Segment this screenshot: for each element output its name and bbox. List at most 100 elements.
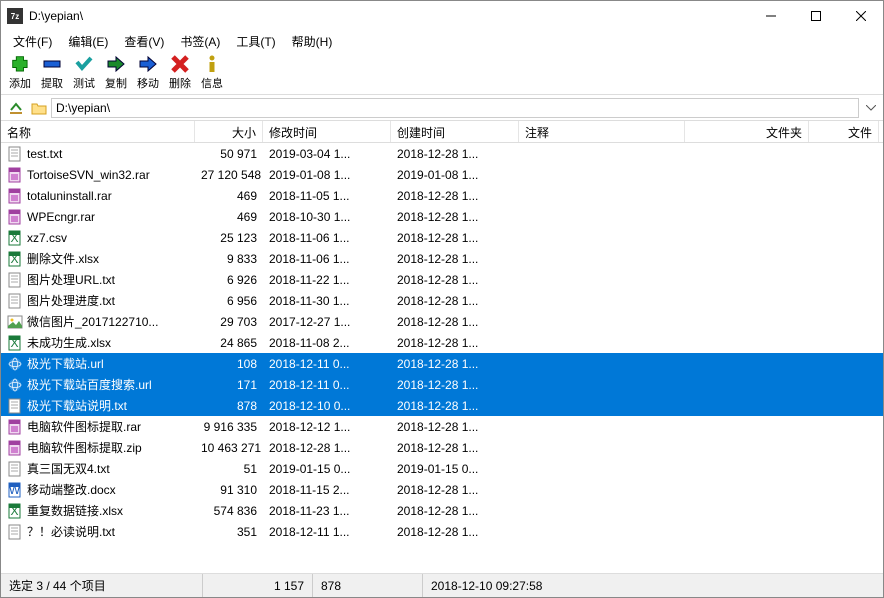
file-row[interactable]: X未成功生成.xlsx24 8652018-11-08 2...2018-12-… bbox=[1, 332, 883, 353]
file-icon: X bbox=[7, 335, 23, 351]
menu-item-0[interactable]: 文件(F) bbox=[5, 31, 60, 52]
pathbar bbox=[1, 95, 883, 121]
header-comment[interactable]: 注释 bbox=[519, 121, 685, 142]
minimize-button[interactable] bbox=[748, 1, 793, 31]
file-icon bbox=[7, 377, 23, 393]
toolbar-delete-label: 删除 bbox=[169, 75, 191, 91]
file-icon bbox=[7, 419, 23, 435]
file-row[interactable]: 电脑软件图标提取.rar9 916 3352018-12-12 1...2018… bbox=[1, 416, 883, 437]
header-modified[interactable]: 修改时间 bbox=[263, 121, 391, 142]
file-modified: 2018-11-06 1... bbox=[263, 231, 391, 245]
menu-item-2[interactable]: 查看(V) bbox=[116, 31, 172, 52]
file-created: 2018-12-28 1... bbox=[391, 357, 519, 371]
add-icon bbox=[10, 54, 30, 74]
maximize-button[interactable] bbox=[793, 1, 838, 31]
file-size: 469 bbox=[195, 210, 263, 224]
file-row[interactable]: totaluninstall.rar4692018-11-05 1...2018… bbox=[1, 185, 883, 206]
file-size: 29 703 bbox=[195, 315, 263, 329]
file-size: 25 123 bbox=[195, 231, 263, 245]
file-icon: X bbox=[7, 230, 23, 246]
move-icon bbox=[138, 54, 158, 74]
file-row[interactable]: X删除文件.xlsx9 8332018-11-06 1...2018-12-28… bbox=[1, 248, 883, 269]
file-row[interactable]: 极光下载站.url1082018-12-11 0...2018-12-28 1.… bbox=[1, 353, 883, 374]
file-size: 9 916 335 bbox=[195, 420, 263, 434]
file-name: 真三国无双4.txt bbox=[27, 460, 110, 477]
test-icon bbox=[74, 54, 94, 74]
file-icon bbox=[7, 146, 23, 162]
path-dropdown-icon[interactable] bbox=[863, 105, 879, 111]
file-created: 2019-01-15 0... bbox=[391, 462, 519, 476]
file-created: 2018-12-28 1... bbox=[391, 252, 519, 266]
path-input[interactable] bbox=[51, 98, 859, 118]
file-name: 重复数据链接.xlsx bbox=[27, 502, 123, 519]
file-row[interactable]: TortoiseSVN_win32.rar27 120 5482019-01-0… bbox=[1, 164, 883, 185]
file-created: 2019-01-08 1... bbox=[391, 168, 519, 182]
status-size1: 1 157 bbox=[203, 574, 313, 597]
folder-icon bbox=[31, 100, 47, 116]
toolbar-info-button[interactable]: 信息 bbox=[197, 54, 227, 91]
file-created: 2018-12-28 1... bbox=[391, 378, 519, 392]
file-created: 2018-12-28 1... bbox=[391, 483, 519, 497]
toolbar-move-button[interactable]: 移动 bbox=[133, 54, 163, 91]
file-row[interactable]: 图片处理URL.txt6 9262018-11-22 1...2018-12-2… bbox=[1, 269, 883, 290]
file-modified: 2018-11-22 1... bbox=[263, 273, 391, 287]
toolbar-copy-button[interactable]: 复制 bbox=[101, 54, 131, 91]
svg-text:X: X bbox=[10, 231, 18, 245]
file-icon bbox=[7, 398, 23, 414]
file-size: 50 971 bbox=[195, 147, 263, 161]
file-row[interactable]: 极光下载站说明.txt8782018-12-10 0...2018-12-28 … bbox=[1, 395, 883, 416]
file-name: totaluninstall.rar bbox=[27, 189, 112, 203]
file-row[interactable]: 真三国无双4.txt512019-01-15 0...2019-01-15 0.… bbox=[1, 458, 883, 479]
menu-item-4[interactable]: 工具(T) bbox=[228, 31, 283, 52]
toolbar-test-button[interactable]: 测试 bbox=[69, 54, 99, 91]
file-icon bbox=[7, 293, 23, 309]
file-row[interactable]: WPEcngr.rar4692018-10-30 1...2018-12-28 … bbox=[1, 206, 883, 227]
menu-item-5[interactable]: 帮助(H) bbox=[284, 31, 341, 52]
file-row[interactable]: ？！必读说明.txt3512018-12-11 1...2018-12-28 1… bbox=[1, 521, 883, 542]
file-row[interactable]: 微信图片_2017122710...29 7032017-12-27 1...2… bbox=[1, 311, 883, 332]
toolbar-extract-button[interactable]: 提取 bbox=[37, 54, 67, 91]
file-modified: 2017-12-27 1... bbox=[263, 315, 391, 329]
file-name: 极光下载站百度搜索.url bbox=[27, 376, 152, 393]
header-files[interactable]: 文件 bbox=[809, 121, 879, 142]
close-button[interactable] bbox=[838, 1, 883, 31]
file-created: 2018-12-28 1... bbox=[391, 294, 519, 308]
status-date: 2018-12-10 09:27:58 bbox=[423, 574, 883, 597]
svg-text:X: X bbox=[10, 504, 18, 518]
file-row[interactable]: test.txt50 9712019-03-04 1...2018-12-28 … bbox=[1, 143, 883, 164]
file-size: 171 bbox=[195, 378, 263, 392]
file-icon: W bbox=[7, 482, 23, 498]
toolbar-info-label: 信息 bbox=[201, 75, 223, 91]
menubar: 文件(F)编辑(E)查看(V)书签(A)工具(T)帮助(H) bbox=[1, 31, 883, 51]
file-icon bbox=[7, 461, 23, 477]
toolbar-delete-button[interactable]: 删除 bbox=[165, 54, 195, 91]
header-size[interactable]: 大小 bbox=[195, 121, 263, 142]
file-list[interactable]: test.txt 50 9712019-03-04 1... 2018-12-28 … bbox=[1, 143, 883, 573]
file-name: 删除文件.xlsx bbox=[27, 250, 99, 267]
file-size: 469 bbox=[195, 189, 263, 203]
up-button[interactable] bbox=[5, 98, 27, 118]
header-folders[interactable]: 文件夹 bbox=[685, 121, 809, 142]
file-modified: 2018-11-06 1... bbox=[263, 252, 391, 266]
file-created: 2018-12-28 1... bbox=[391, 525, 519, 539]
status-size2: 878 bbox=[313, 574, 423, 597]
file-created: 2018-12-28 1... bbox=[391, 315, 519, 329]
file-modified: 2019-03-04 1... bbox=[263, 147, 391, 161]
toolbar-test-label: 测试 bbox=[73, 75, 95, 91]
file-row[interactable]: 电脑软件图标提取.zip10 463 2712018-12-28 1...201… bbox=[1, 437, 883, 458]
file-modified: 2018-11-05 1... bbox=[263, 189, 391, 203]
header-created[interactable]: 创建时间 bbox=[391, 121, 519, 142]
file-row[interactable]: 图片处理进度.txt6 9562018-11-30 1...2018-12-28… bbox=[1, 290, 883, 311]
toolbar-add-label: 添加 bbox=[9, 75, 31, 91]
file-name: test.txt bbox=[27, 147, 62, 161]
file-row[interactable]: W移动端整改.docx91 3102018-11-15 2...2018-12-… bbox=[1, 479, 883, 500]
file-row[interactable]: Xxz7.csv25 1232018-11-06 1...2018-12-28 … bbox=[1, 227, 883, 248]
toolbar-add-button[interactable]: 添加 bbox=[5, 54, 35, 91]
menu-item-1[interactable]: 编辑(E) bbox=[60, 31, 116, 52]
file-created: 2018-12-28 1... bbox=[391, 420, 519, 434]
header-name[interactable]: 名称 bbox=[1, 121, 195, 142]
file-row[interactable]: X重复数据链接.xlsx574 8362018-11-23 1...2018-1… bbox=[1, 500, 883, 521]
file-row[interactable]: 极光下载站百度搜索.url1712018-12-11 0...2018-12-2… bbox=[1, 374, 883, 395]
file-modified: 2018-11-08 2... bbox=[263, 336, 391, 350]
menu-item-3[interactable]: 书签(A) bbox=[172, 31, 228, 52]
